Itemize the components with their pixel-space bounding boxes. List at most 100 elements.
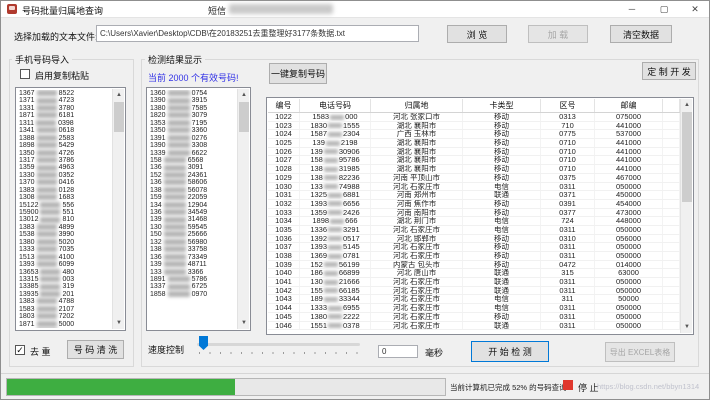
table-row[interactable]: 1037 1393 5145 河北 石家庄市 移动 0311 050000 — [268, 243, 680, 252]
custom-dev-button[interactable]: 定 制 开 发 — [642, 62, 696, 80]
phone-list-item[interactable]: 138 56078 — [150, 187, 236, 194]
scroll-up-icon[interactable]: ▲ — [113, 89, 125, 101]
scroll-up-icon[interactable]: ▲ — [238, 89, 250, 101]
valid-list-scrollbar[interactable]: ▲ ▼ — [237, 89, 249, 329]
phone-list-item[interactable]: 132 56980 — [150, 239, 236, 246]
table-row[interactable]: 1034 1898 666 湖北 荆门市 电信 724 448000 — [268, 217, 680, 226]
phone-list-item[interactable]: 1393 6099 — [19, 261, 111, 268]
table-row[interactable]: 1030 133 74988 河北 石家庄市 电信 0311 050000 — [268, 182, 680, 192]
scroll-down-icon[interactable]: ▼ — [238, 317, 250, 329]
phone-list-item[interactable]: 1339 6622 — [150, 150, 236, 157]
phone-list-item[interactable]: 136 34549 — [150, 209, 236, 216]
table-row[interactable]: 1041 130 21666 河北 石家庄市 联通 0311 050000 — [268, 278, 680, 287]
phone-list-item[interactable]: 1380 7585 — [150, 105, 236, 112]
phone-list-item[interactable]: 13385 319 — [19, 283, 111, 290]
scrollbar-thumb[interactable] — [239, 102, 249, 132]
phone-list-item[interactable]: 130 59545 — [150, 224, 236, 231]
browse-button[interactable]: 浏 览 — [447, 25, 507, 43]
import-numbers-list[interactable]: 1367 8522 1371 4723 1331 3780 1871 6181 1311 0398… — [15, 87, 126, 331]
table-row[interactable]: 1045 1380 2222 河北 石家庄市 移动 0311 050000 — [268, 312, 680, 322]
load-button[interactable]: 加 载 — [528, 25, 588, 43]
table-row[interactable]: 1042 155 66185 河北 石家庄市 联通 0311 050000 — [268, 286, 680, 296]
phone-list-item[interactable]: 139 48711 — [150, 261, 236, 268]
phone-list-item[interactable]: 1383 4899 — [19, 224, 111, 231]
export-excel-button[interactable]: 导出 EXCEL表格 — [605, 342, 675, 362]
table-row[interactable]: 1027 158 95786 湖北 襄阳市 移动 0710 441000 — [268, 156, 680, 166]
scroll-up-icon[interactable]: ▲ — [681, 99, 693, 111]
phone-list-item[interactable]: 159 22059 — [150, 194, 236, 201]
table-row[interactable]: 1028 138 31985 湖北 襄阳市 移动 0710 441000 — [268, 165, 680, 174]
start-detection-button[interactable]: 开 始 检 测 — [471, 341, 549, 362]
phone-list-item[interactable]: 1367 8522 — [19, 90, 111, 97]
table-row[interactable]: 1029 138 82236 河南 平顶山市 移动 0375 467000 — [268, 173, 680, 183]
phone-list-item[interactable]: 139 31468 — [150, 216, 236, 223]
phone-list-item[interactable]: 1380 5020 — [19, 239, 111, 246]
import-list-scrollbar[interactable]: ▲ ▼ — [112, 89, 124, 329]
table-row[interactable]: 1022 1583 000 河北 张家口市 移动 0313 075000 — [268, 113, 680, 122]
column-header[interactable]: 卡类型 — [463, 99, 541, 112]
column-header[interactable]: 归属地 — [371, 99, 463, 112]
phone-list-item[interactable]: 1311 0398 — [19, 120, 111, 127]
scrollbar-thumb[interactable] — [114, 102, 124, 132]
delay-ms-input[interactable] — [378, 345, 418, 358]
phone-list-item[interactable]: 1803 7202 — [19, 313, 111, 320]
phone-list-item[interactable]: 1341 0618 — [19, 127, 111, 134]
phone-list-item[interactable]: 1871 6181 — [19, 112, 111, 119]
table-row[interactable]: 1032 1393 6656 河南 焦作市 移动 0391 454000 — [268, 199, 680, 209]
column-header[interactable]: 邮编 — [595, 99, 663, 112]
close-icon[interactable]: ✕ — [680, 1, 709, 17]
phone-list-item[interactable]: 1820 3079 — [150, 112, 236, 119]
phone-list-item[interactable]: 150 25666 — [150, 231, 236, 238]
phone-list-item[interactable]: 1308 1683 — [19, 194, 111, 201]
phone-list-item[interactable]: 1353 7195 — [150, 120, 236, 127]
table-row[interactable]: 1023 1830 1555 湖北 襄阳市 移动 710 441000 — [268, 121, 680, 131]
phone-list-item[interactable]: 1390 3915 — [150, 97, 236, 104]
phone-list-item[interactable]: 1898 5429 — [19, 142, 111, 149]
table-scrollbar[interactable]: ▲ ▼ — [680, 99, 692, 333]
phone-list-item[interactable]: 134 12904 — [150, 202, 236, 209]
phone-list-item[interactable]: 13653 480 — [19, 269, 111, 276]
phone-list-item[interactable]: 152 24361 — [150, 172, 236, 179]
copy-numbers-button[interactable]: 一键复制号码 — [269, 63, 327, 84]
phone-list-item[interactable]: 1330 0352 — [19, 172, 111, 179]
table-row[interactable]: 1031 1325 6881 河南 郑州市 联通 0371 450000 — [268, 191, 680, 200]
phone-list-item[interactable]: 13315 003 — [19, 276, 111, 283]
phone-list-item[interactable]: 13935 201 — [19, 291, 111, 298]
phone-list-item[interactable]: 1350 4726 — [19, 150, 111, 157]
phone-list-item[interactable]: 1370 0416 — [19, 179, 111, 186]
phone-list-item[interactable]: 1360 0754 — [150, 90, 236, 97]
clear-data-button[interactable]: 清空数据 — [610, 25, 672, 43]
phone-list-item[interactable]: 1871 5000 — [19, 321, 111, 328]
phone-list-item[interactable]: 1317 3786 — [19, 157, 111, 164]
phone-list-item[interactable]: 1513 4100 — [19, 254, 111, 261]
speed-slider-track[interactable] — [197, 343, 360, 346]
column-header[interactable]: 区号 — [541, 99, 595, 112]
table-row[interactable]: 1046 1551 0378 河北 石家庄市 联通 0311 050000 — [268, 321, 680, 331]
phone-list-item[interactable]: 13012 810 — [19, 216, 111, 223]
stop-button[interactable]: 停 止 — [578, 381, 599, 394]
phone-list-item[interactable]: 1388 2583 — [19, 135, 111, 142]
table-row[interactable]: 1026 139 30906 湖北 襄阳市 移动 0710 441000 — [268, 147, 680, 157]
table-row[interactable]: 1035 1336 3291 河北 石家庄市 电信 0311 050000 — [268, 225, 680, 235]
phone-list-item[interactable]: 136 3091 — [150, 164, 236, 171]
phone-list-item[interactable]: 1583 2107 — [19, 306, 111, 313]
phone-list-item[interactable]: 138 33758 — [150, 246, 236, 253]
phone-list-item[interactable]: 1371 4723 — [19, 97, 111, 104]
phone-list-item[interactable]: 1331 3780 — [19, 105, 111, 112]
scroll-down-icon[interactable]: ▼ — [113, 317, 125, 329]
phone-list-item[interactable]: 136 58606 — [150, 179, 236, 186]
stop-icon[interactable] — [563, 380, 573, 390]
table-row[interactable]: 1044 1333 6955 河北 石家庄市 电信 0311 050000 — [268, 304, 680, 313]
file-path-input[interactable]: C:\Users\Xavier\Desktop\CDB\在20183251去重整… — [96, 25, 419, 42]
phone-list-item[interactable]: 15900 551 — [19, 209, 111, 216]
minimize-icon[interactable]: ─ — [617, 1, 647, 17]
table-row[interactable]: 1025 139 2198 湖北 襄阳市 移动 0710 441000 — [268, 139, 680, 148]
table-row[interactable]: 1024 1587 2304 广西 玉林市 移动 0775 537000 — [268, 130, 680, 140]
phone-list-item[interactable]: 1391 0276 — [150, 135, 236, 142]
table-row[interactable]: 1039 152 56199 内蒙古 包头市 移动 0472 014000 — [268, 260, 680, 270]
table-row[interactable]: 1040 186 66899 河北 唐山市 联通 315 63000 — [268, 269, 680, 279]
phone-list-item[interactable]: 1383 0128 — [19, 187, 111, 194]
valid-numbers-list[interactable]: 1360 0754 1390 3915 1380 7585 1820 3079 1353 7195… — [146, 87, 251, 331]
maximize-icon[interactable]: ▢ — [649, 1, 679, 17]
table-row[interactable]: 1036 1392 0517 河北 邯郸市 移动 0310 056000 — [268, 234, 680, 244]
